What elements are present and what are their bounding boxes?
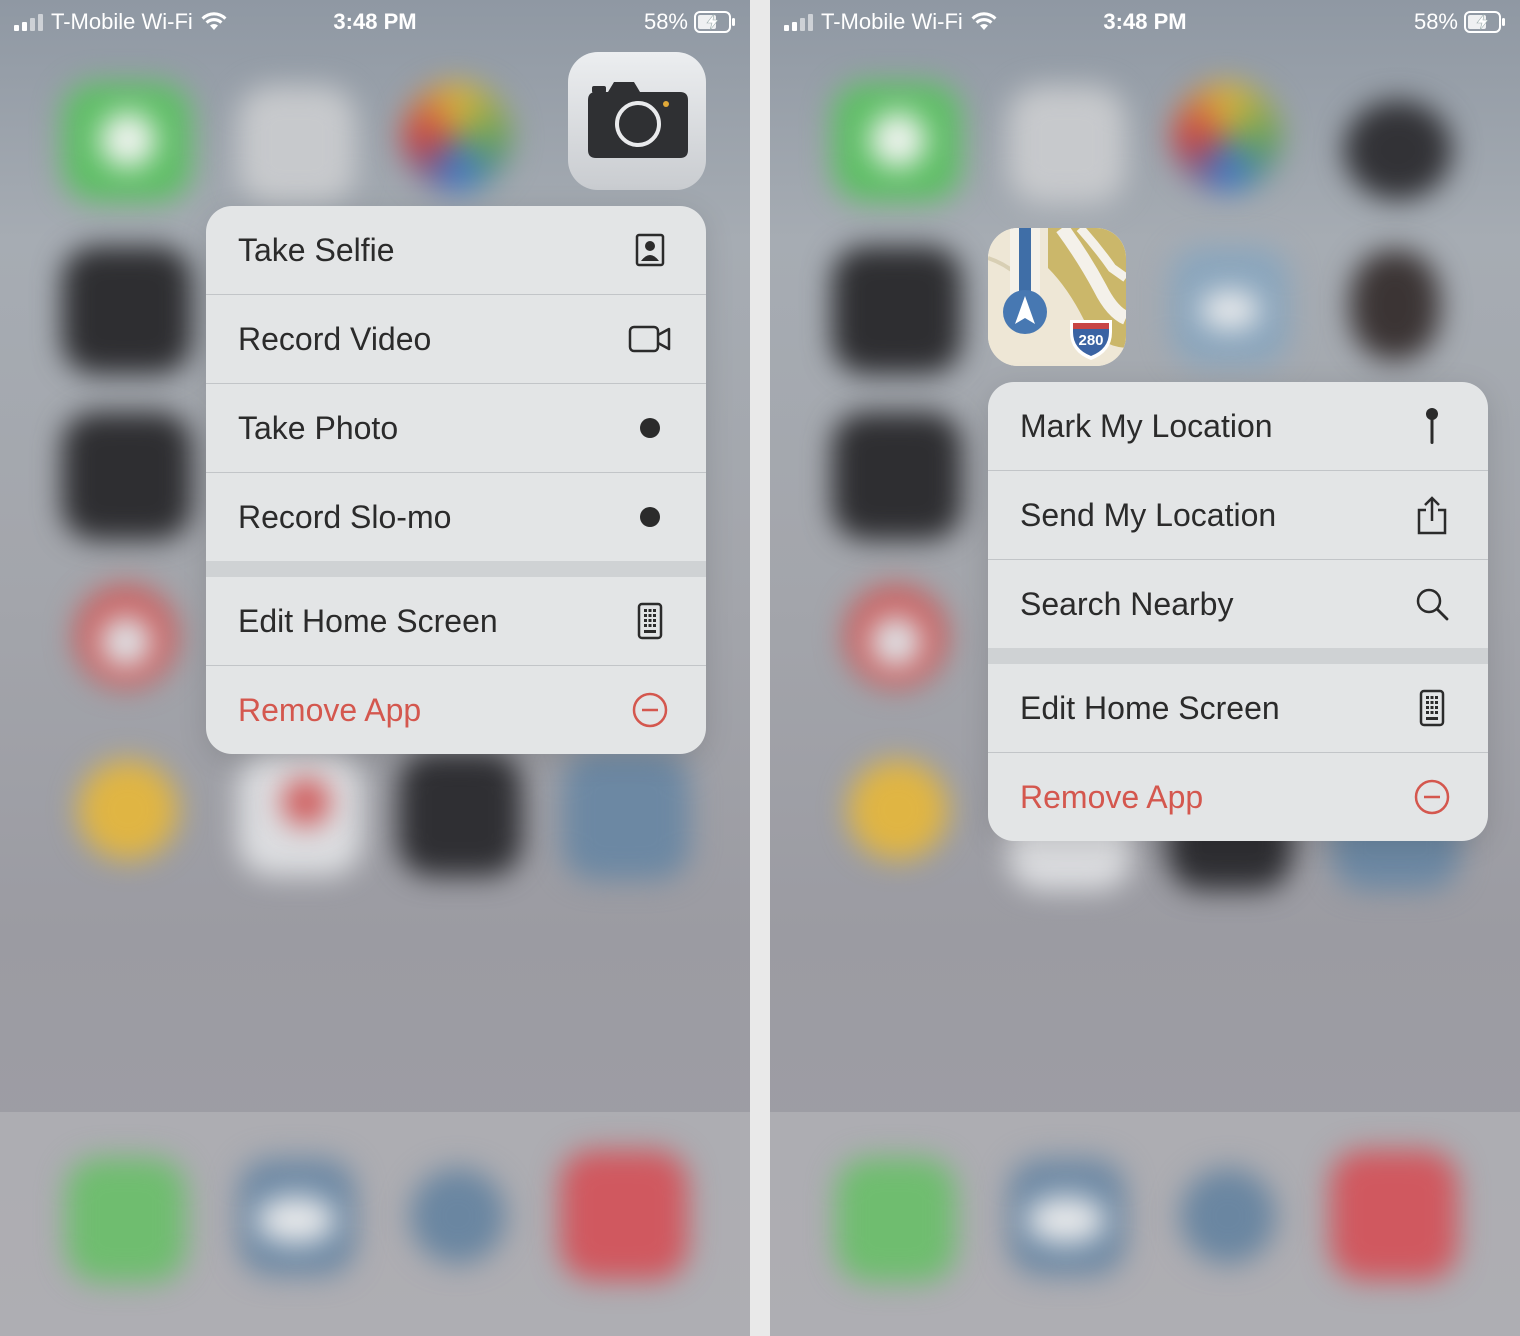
blurred-app-icon <box>1200 290 1260 330</box>
battery-charging-icon <box>694 11 735 33</box>
battery-percent: 58% <box>643 9 688 34</box>
camera-icon <box>588 82 688 158</box>
menu-item-label: Take Selfie <box>238 231 395 268</box>
status-time: 3:48 PM <box>1103 9 1187 34</box>
blurred-dock-icon <box>1180 1168 1276 1264</box>
menu-item-remove-app[interactable]: Remove App <box>988 753 1488 841</box>
blurred-dock-icon <box>256 1196 336 1244</box>
menu-item-record-slo-mo[interactable]: Record Slo-mo <box>206 473 706 561</box>
minus-circle-icon <box>1408 773 1456 821</box>
blurred-app-icon <box>398 752 522 876</box>
right-phone-screen: T-Mobile Wi-Fi 3:48 PM 58% 280 Mark My L… <box>770 0 1520 1336</box>
menu-item-label: Record Slo-mo <box>238 498 452 535</box>
minus-circle-icon <box>626 686 674 734</box>
menu-item-label: Remove App <box>1020 778 1204 815</box>
phone-grid-icon <box>1408 684 1456 732</box>
menu-item-record-video[interactable]: Record Video <box>206 295 706 384</box>
blurred-app-icon <box>282 778 330 826</box>
left-phone-screen: T-Mobile Wi-Fi 3:48 PM 58% Take Selfie R… <box>0 0 750 1336</box>
blurred-dock-icon <box>66 1158 186 1282</box>
blurred-dock-icon <box>1330 1150 1458 1280</box>
blurred-app-icon <box>62 412 192 540</box>
menu-item-label: Search Nearby <box>1020 585 1234 622</box>
blurred-dock-icon <box>410 1168 506 1264</box>
menu-section-separator <box>988 648 1488 664</box>
blurred-app-icon <box>1172 82 1282 192</box>
search-icon <box>1408 580 1456 628</box>
battery-percent: 58% <box>1413 9 1458 34</box>
menu-item-mark-my-location[interactable]: Mark My Location <box>988 382 1488 471</box>
battery-charging-icon <box>1464 11 1505 33</box>
blurred-app-icon <box>832 412 962 540</box>
camera-app-icon[interactable] <box>568 52 706 190</box>
blurred-app-icon <box>100 616 152 668</box>
dot-icon <box>626 404 674 452</box>
menu-item-label: Send My Location <box>1020 496 1277 533</box>
video-camera-icon <box>626 315 674 363</box>
blurred-app-icon <box>1344 100 1452 200</box>
blurred-app-icon <box>848 760 948 860</box>
maps-app-icon[interactable]: 280 <box>988 228 1126 366</box>
menu-item-label: Edit Home Screen <box>238 602 498 639</box>
menu-section-separator <box>206 561 706 577</box>
menu-item-edit-home-screen[interactable]: Edit Home Screen <box>206 577 706 666</box>
pin-icon <box>1408 402 1456 450</box>
blurred-app-icon <box>870 112 926 168</box>
interstate-shield-label: 280 <box>1078 332 1103 349</box>
menu-item-search-nearby[interactable]: Search Nearby <box>988 560 1488 648</box>
blurred-app-icon <box>402 82 512 192</box>
blurred-app-icon <box>870 616 922 668</box>
camera-context-menu: Take Selfie Record Video Take Photo Reco… <box>206 206 706 754</box>
blurred-app-icon <box>562 752 690 880</box>
battery-indicator: 58% <box>1414 9 1506 35</box>
blurred-app-icon <box>832 246 962 374</box>
menu-item-label: Mark My Location <box>1020 407 1273 444</box>
share-icon <box>1408 491 1456 539</box>
menu-item-take-photo[interactable]: Take Photo <box>206 384 706 473</box>
maps-icon: 280 <box>988 228 1126 366</box>
menu-item-label: Edit Home Screen <box>1020 689 1280 726</box>
maps-context-menu: Mark My Location Send My Location Search… <box>988 382 1488 841</box>
menu-item-edit-home-screen[interactable]: Edit Home Screen <box>988 664 1488 753</box>
portrait-icon <box>626 226 674 274</box>
blurred-app-icon <box>62 246 192 374</box>
status-time: 3:48 PM <box>333 9 417 34</box>
dot-icon <box>626 493 674 541</box>
menu-item-take-selfie[interactable]: Take Selfie <box>206 206 706 295</box>
blurred-app-icon <box>1350 250 1440 360</box>
menu-item-send-my-location[interactable]: Send My Location <box>988 471 1488 560</box>
blurred-app-icon <box>238 86 356 204</box>
menu-item-label: Remove App <box>238 691 422 728</box>
blurred-app-icon <box>100 112 156 168</box>
blurred-app-icon <box>78 760 178 860</box>
blurred-dock-icon <box>1026 1196 1106 1244</box>
blurred-dock-icon <box>560 1150 688 1280</box>
status-bar: T-Mobile Wi-Fi 3:48 PM 58% <box>770 0 1520 44</box>
blurred-dock-icon <box>836 1158 956 1282</box>
menu-item-label: Record Video <box>238 320 432 357</box>
phone-grid-icon <box>626 597 674 645</box>
battery-indicator: 58% <box>644 9 736 35</box>
menu-item-remove-app[interactable]: Remove App <box>206 666 706 754</box>
status-bar: T-Mobile Wi-Fi 3:48 PM 58% <box>0 0 750 44</box>
blurred-app-icon <box>1008 86 1126 204</box>
menu-item-label: Take Photo <box>238 409 399 446</box>
